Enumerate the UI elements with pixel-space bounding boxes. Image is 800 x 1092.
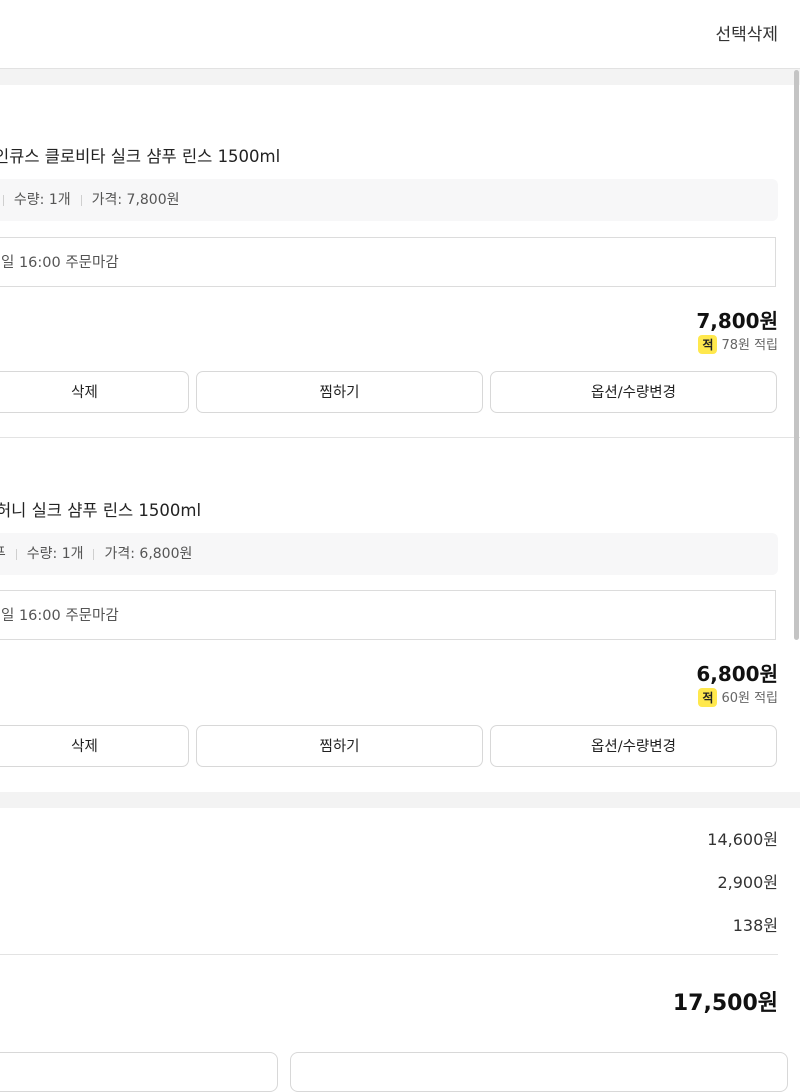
points-text: 60원 적립 — [721, 691, 778, 706]
top-bar: 선택삭제 — [0, 0, 800, 69]
section-gap — [0, 69, 800, 85]
shipping-fee-value: 2,900원 — [717, 873, 778, 892]
option-summary: 스수량: 1개가격: 7,800원 — [0, 179, 778, 221]
grand-total-value: 17,500원 — [672, 991, 778, 1016]
select-delete-button[interactable]: 선택삭제 — [715, 20, 778, 45]
unit-price-text: 가격: 6,800원 — [104, 546, 193, 562]
option-change-button[interactable]: 옵션/수량변경 — [490, 725, 777, 767]
section-gap — [0, 792, 800, 808]
order-deadline: 일 16:00 주문마감 — [0, 237, 776, 287]
points-badge: 적 — [698, 688, 718, 707]
product-name[interactable]: 허니 실크 샴푸 린스 1500ml — [0, 497, 201, 521]
points-text: 78원 적립 — [721, 338, 778, 353]
scrollbar[interactable] — [794, 70, 799, 640]
separator — [93, 548, 95, 560]
summary-divider — [0, 954, 778, 955]
product-name[interactable]: 인큐스 클로비타 실크 샴푸 린스 1500ml — [0, 143, 280, 167]
item-price: 6,800원 — [696, 662, 778, 686]
product-name-text: 허니 실크 샴푸 린스 1500ml — [0, 501, 202, 520]
bottom-left-button[interactable] — [0, 1052, 278, 1092]
product-total-value: 14,600원 — [707, 830, 778, 849]
separator — [80, 194, 82, 206]
wish-button[interactable]: 찜하기 — [196, 725, 483, 767]
cart-item: 허니 실크 샴푸 린스 1500ml 샴푸 수량: 1개 가격: 6,800원 일 … — [0, 438, 800, 791]
separator — [15, 548, 17, 560]
quantity-text: 수량: 1개 — [26, 546, 84, 562]
deadline-text: 일 16:00 주문마감 — [1, 608, 119, 624]
delete-button[interactable]: 삭제 — [0, 371, 189, 413]
bottom-right-button[interactable] — [290, 1052, 788, 1092]
quantity-text: 수량: 1개 — [13, 192, 71, 208]
order-deadline: 일 16:00 주문마감 — [0, 590, 776, 640]
points-total-value: 138원 — [732, 916, 778, 935]
points-info: 적 60원 적립 — [698, 687, 778, 707]
option-summary: 샴푸 수량: 1개 가격: 6,800원 — [0, 533, 778, 575]
points-info: 적 78원 적립 — [698, 334, 778, 354]
wish-button[interactable]: 찜하기 — [196, 371, 483, 413]
separator — [2, 194, 4, 206]
cart-item: 인큐스 클로비타 실크 샴푸 린스 1500ml 스수량: 1개가격: 7,80… — [0, 85, 800, 437]
points-badge: 적 — [698, 335, 718, 354]
option-label: 샴푸 — [0, 546, 6, 562]
unit-price-text: 가격: 7,800원 — [91, 192, 180, 208]
delete-button[interactable]: 삭제 — [0, 725, 189, 767]
option-change-button[interactable]: 옵션/수량변경 — [490, 371, 777, 413]
item-price: 7,800원 — [696, 309, 778, 333]
deadline-text: 일 16:00 주문마감 — [1, 255, 119, 271]
